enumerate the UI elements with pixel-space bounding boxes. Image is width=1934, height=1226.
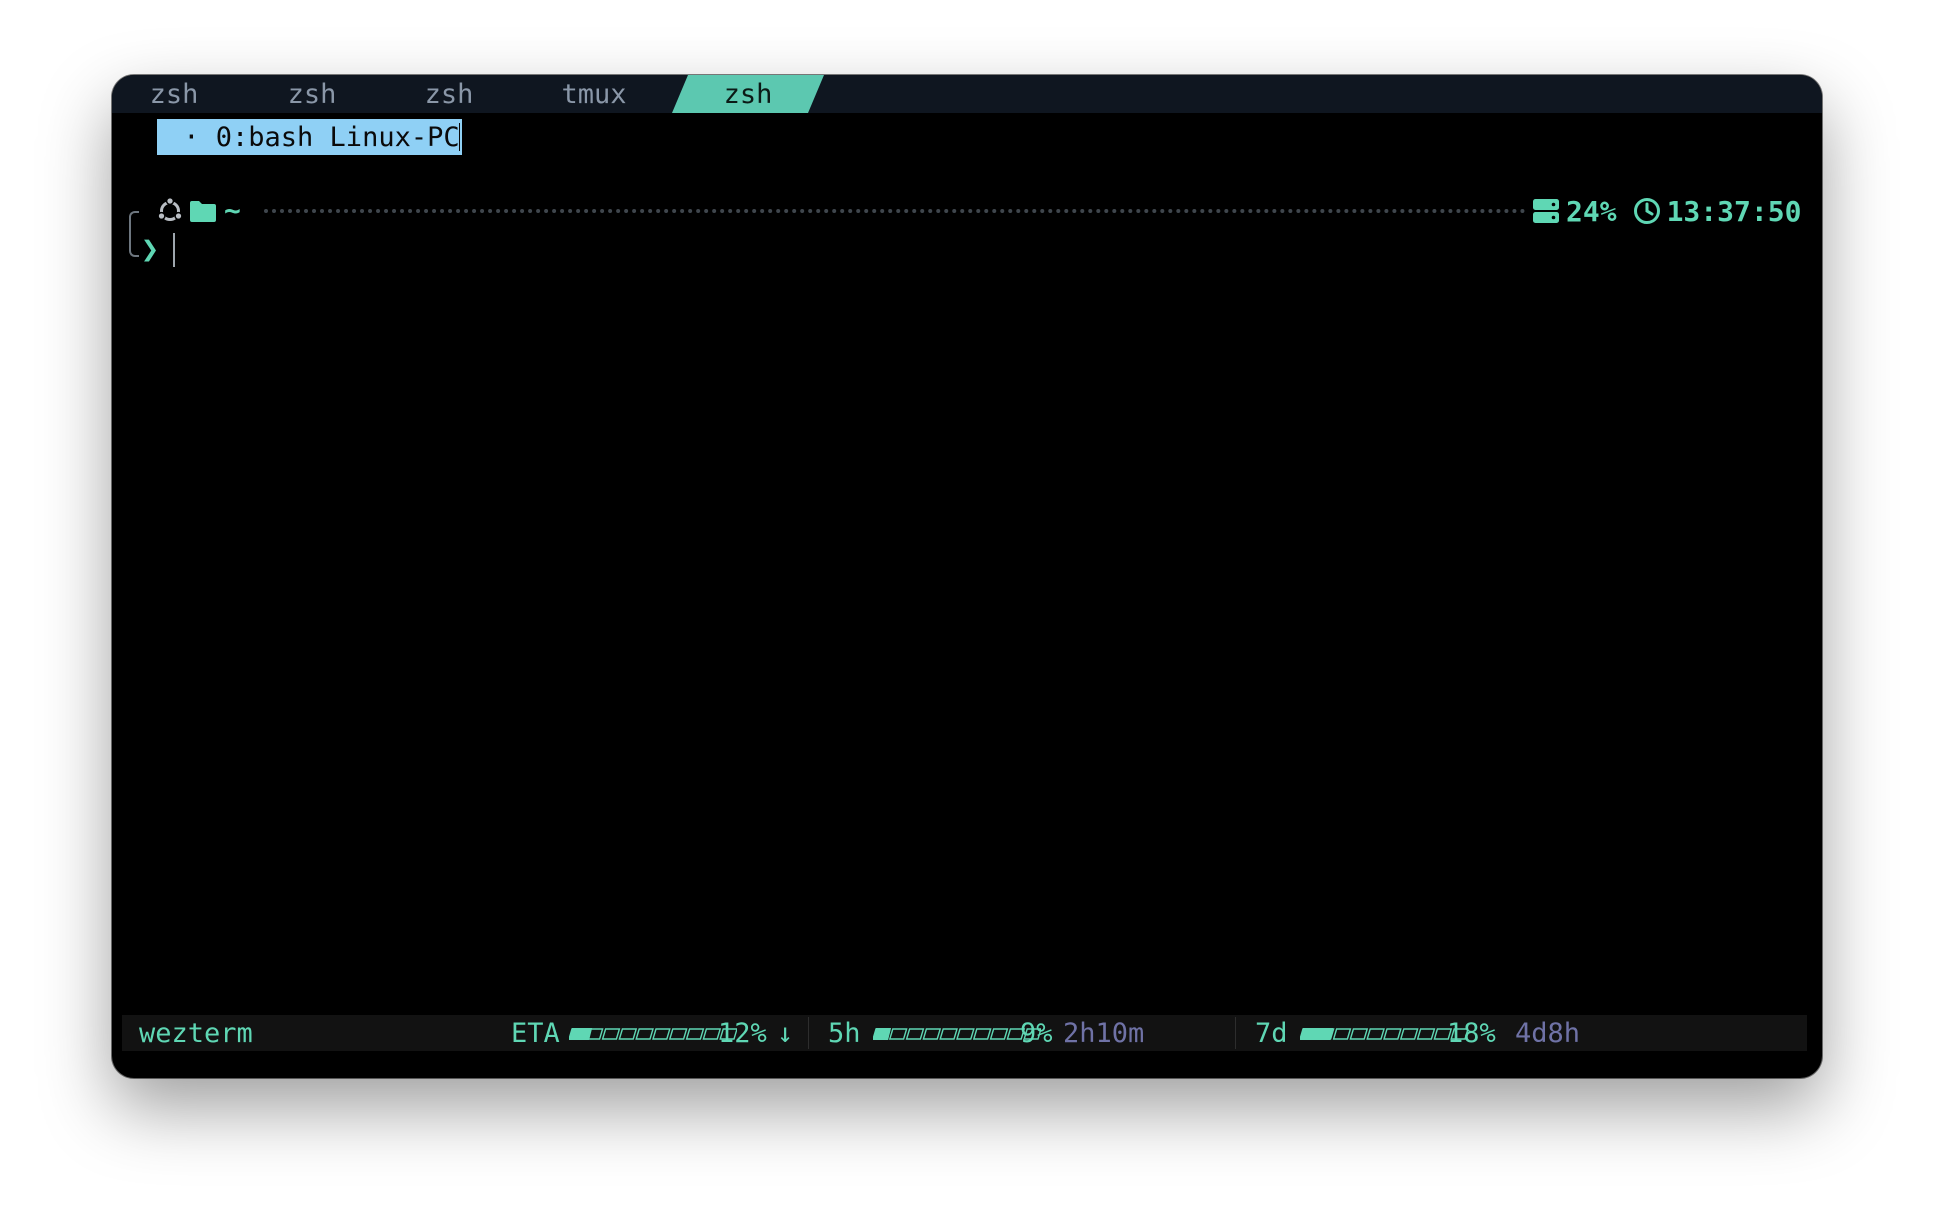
progress-segment bbox=[1416, 1028, 1436, 1040]
progress-segment bbox=[1332, 1028, 1352, 1040]
current-path: ~ bbox=[224, 194, 241, 227]
five-hour-percent: 9% bbox=[1020, 1018, 1053, 1049]
five-hour-progress-bar bbox=[873, 1028, 1041, 1040]
prompt-char: ❯ bbox=[141, 232, 160, 267]
progress-segment bbox=[972, 1028, 992, 1040]
progress-segment bbox=[601, 1028, 621, 1040]
progress-segment bbox=[956, 1028, 975, 1040]
tab-zsh-2[interactable]: zsh bbox=[272, 75, 352, 113]
progress-segment bbox=[1383, 1028, 1402, 1040]
server-icon bbox=[1533, 199, 1559, 223]
folder-icon bbox=[190, 201, 216, 222]
status-bar: wezterm ETA 12% ↓ 5h 9% 2h10m 7d 18% 4d8… bbox=[122, 1015, 1807, 1051]
progress-fill bbox=[569, 1028, 593, 1040]
text-cursor[interactable] bbox=[173, 233, 175, 267]
clock-icon bbox=[1633, 198, 1660, 224]
progress-segment bbox=[922, 1028, 942, 1040]
progress-segment bbox=[1349, 1028, 1369, 1040]
tmux-session-selection[interactable]: · 0:bash Linux-PC bbox=[157, 119, 462, 155]
clock-group: 13:37:50 bbox=[1633, 194, 1802, 228]
tab-zsh-3[interactable]: zsh bbox=[409, 75, 489, 113]
disk-usage-group: 24% bbox=[1532, 195, 1617, 228]
eta-progress-bar bbox=[569, 1028, 737, 1040]
progress-segment bbox=[989, 1028, 1009, 1040]
seven-day-percent: 18% bbox=[1447, 1018, 1496, 1049]
eta-label: ETA bbox=[511, 1018, 560, 1049]
progress-segment bbox=[939, 1028, 958, 1040]
seven-day-remaining: 4d8h bbox=[1515, 1018, 1581, 1049]
progress-fill bbox=[873, 1028, 892, 1040]
prompt-filler-dots bbox=[264, 209, 1526, 213]
disk-usage-value: 24% bbox=[1566, 194, 1617, 228]
clock-time: 13:37:50 bbox=[1666, 194, 1802, 228]
five-hour-remaining: 2h10m bbox=[1063, 1018, 1145, 1049]
eta-progress-svg bbox=[569, 1028, 737, 1040]
arrow-down-icon: ↓ bbox=[777, 1018, 794, 1049]
tab-zsh-active[interactable]: zsh bbox=[698, 75, 798, 113]
ubuntu-icon bbox=[157, 197, 183, 221]
eta-percent: 12% bbox=[718, 1018, 767, 1049]
progress-segment bbox=[1366, 1028, 1385, 1040]
tab-zsh-1[interactable]: zsh bbox=[134, 75, 214, 113]
progress-segment bbox=[1399, 1028, 1419, 1040]
progress-segment bbox=[618, 1028, 638, 1040]
tab-tmux[interactable]: tmux bbox=[542, 75, 646, 113]
five-hour-progress-svg bbox=[873, 1028, 1041, 1040]
tab-bar: zsh zsh zsh tmux zsh bbox=[112, 75, 1822, 113]
five-hour-label: 5h bbox=[828, 1018, 861, 1049]
seven-day-label: 7d bbox=[1255, 1018, 1288, 1049]
terminal-window: zsh zsh zsh tmux zsh · 0:bash Linux-PC ~… bbox=[112, 75, 1822, 1078]
progress-segment bbox=[635, 1028, 654, 1040]
progress-segment bbox=[652, 1028, 671, 1040]
status-separator-2 bbox=[1235, 1017, 1236, 1049]
progress-segment bbox=[685, 1028, 705, 1040]
app-name: wezterm bbox=[139, 1018, 253, 1049]
progress-segment bbox=[905, 1028, 925, 1040]
seven-day-progress-svg bbox=[1300, 1028, 1468, 1040]
seven-day-progress-bar bbox=[1300, 1028, 1468, 1040]
progress-segment bbox=[668, 1028, 688, 1040]
prompt-right-status: 24% 13:37:50 bbox=[1532, 191, 1801, 231]
prompt-bracket bbox=[129, 211, 139, 257]
progress-fill bbox=[1300, 1028, 1334, 1040]
selection-caret bbox=[459, 123, 460, 151]
status-separator-1 bbox=[808, 1017, 809, 1049]
progress-segment bbox=[888, 1028, 908, 1040]
